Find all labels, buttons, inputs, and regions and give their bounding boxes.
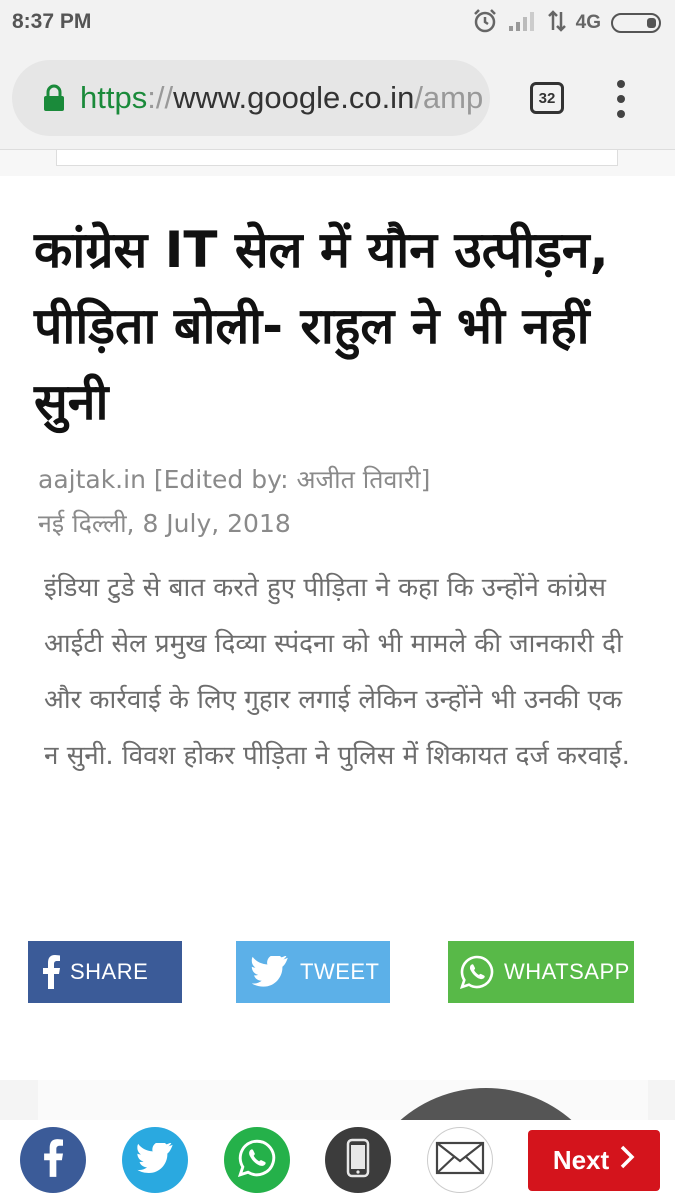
status-icons: 4G <box>472 8 661 38</box>
previous-card-edge <box>56 150 618 166</box>
overflow-menu-icon[interactable] <box>606 78 636 120</box>
article-source: aajtak.in [Edited by: अजीत तिवारी] <box>38 465 431 494</box>
url-host: www.google.co.in <box>173 80 415 115</box>
chevron-right-icon <box>619 1144 635 1177</box>
whatsapp-icon <box>237 1139 276 1181</box>
article-headline: कांग्रेस IT सेल में यौन उत्पीड़न, पीड़ित… <box>34 221 609 431</box>
facebook-icon <box>42 955 60 989</box>
article-dateline: नई दिल्ली, 8 July, 2018 <box>38 509 291 538</box>
bottom-whatsapp-button[interactable] <box>224 1127 290 1193</box>
bottom-twitter-button[interactable] <box>122 1127 188 1193</box>
alarm-icon <box>472 8 498 38</box>
next-label: Next <box>552 1145 610 1175</box>
facebook-icon <box>43 1139 63 1181</box>
next-article-button[interactable]: Next <box>528 1130 660 1191</box>
menu-dot <box>617 110 625 118</box>
facebook-share-button[interactable]: SHARE <box>28 941 182 1003</box>
url-separator: :// <box>147 80 174 115</box>
status-bar: 8:37 PM 4G <box>0 0 675 46</box>
menu-dot <box>617 80 625 88</box>
article-summary: इंडिया टुडे से बात करते हुए पीड़िता ने क… <box>44 573 630 771</box>
twitter-tweet-button[interactable]: TWEET <box>236 941 390 1003</box>
url-path: /amp <box>414 80 484 115</box>
signal-icon <box>508 10 538 36</box>
tab-count: 32 <box>538 89 556 107</box>
bottom-sms-button[interactable] <box>325 1127 391 1193</box>
menu-dot <box>617 95 625 103</box>
tab-switcher-button[interactable]: 32 <box>530 82 564 114</box>
phone-icon <box>346 1138 370 1182</box>
browser-toolbar: https://www.google.co.in/amp 32 <box>0 46 675 150</box>
twitter-icon <box>250 956 290 988</box>
lock-icon <box>42 83 66 113</box>
network-type-label: 4G <box>575 12 601 33</box>
data-arrows-icon <box>547 10 566 36</box>
twitter-icon <box>137 1141 173 1177</box>
battery-icon <box>611 13 661 33</box>
facebook-share-label: SHARE <box>70 959 149 984</box>
url-text[interactable]: https://www.google.co.in/amp <box>80 80 483 116</box>
content-top-strip <box>0 150 675 176</box>
whatsapp-icon <box>460 955 494 989</box>
bottom-facebook-button[interactable] <box>20 1127 86 1193</box>
whatsapp-share-button[interactable]: WHATSAPP <box>448 941 634 1003</box>
bottom-mail-button[interactable] <box>427 1127 493 1193</box>
url-scheme: https <box>80 80 148 115</box>
whatsapp-share-label: WHATSAPP <box>504 959 630 984</box>
status-time: 8:37 PM <box>12 10 92 33</box>
article-byline: aajtak.in [Edited by: अजीत तिवारी] नई दि… <box>38 458 658 546</box>
mail-icon <box>435 1141 485 1179</box>
twitter-tweet-label: TWEET <box>300 959 380 984</box>
address-bar[interactable]: https://www.google.co.in/amp <box>12 60 490 136</box>
